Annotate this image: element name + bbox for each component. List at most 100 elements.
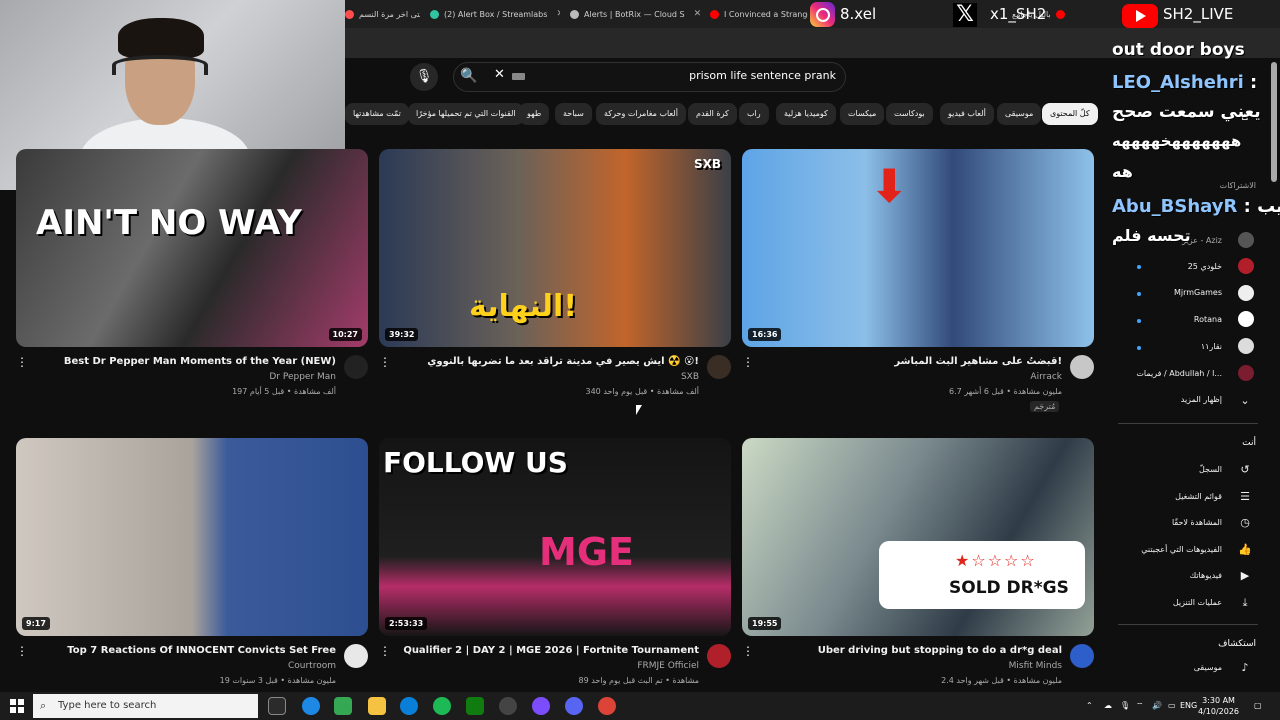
browser-tab[interactable]: I Convinced a Stranger (710, 4, 808, 24)
xbox-icon[interactable] (466, 697, 484, 715)
you-header[interactable]: أنت (1120, 438, 1256, 448)
spotify-icon[interactable] (433, 697, 451, 715)
channel-name[interactable]: SXB (395, 372, 699, 382)
show-more-link[interactable]: إظهار المزيد (1120, 395, 1222, 404)
taskbar-search-input[interactable]: Type here to search (33, 694, 258, 718)
browser-tab[interactable]: Alerts | BotRix — Cloud S ✕ (570, 4, 705, 24)
your-videos-icon[interactable]: ▶ (1238, 569, 1252, 583)
chip-swimming[interactable]: سباحة (555, 103, 592, 125)
channel-name[interactable]: FRMJE Officiel (395, 661, 699, 671)
channel-avatar[interactable] (344, 355, 368, 379)
search-icon[interactable]: 🔍 (460, 68, 477, 84)
windows-start-icon[interactable] (10, 699, 24, 713)
sidebar-item-watch-later[interactable]: المشاهدة لاحقًا (1120, 518, 1222, 527)
store-icon[interactable] (334, 697, 352, 715)
taskbar-clock[interactable]: 3:30 AM 4/10/2026 (1198, 695, 1239, 717)
chip-comedy[interactable]: كوميديا هزلية (776, 103, 836, 125)
downloads-icon[interactable]: ⤓ (1238, 596, 1252, 610)
liked-videos-icon[interactable]: 👍 (1238, 543, 1252, 557)
sidebar-item-playlists[interactable]: قوائم التشغيل (1120, 492, 1222, 501)
video-thumbnail[interactable]: ⬇ 16:36 (742, 149, 1094, 347)
voice-search-icon[interactable]: 🎙 (410, 63, 438, 91)
video-title[interactable]: ايش يصير في مدينة تراقد بعد ما تضربها با… (395, 356, 699, 367)
obs-icon[interactable] (499, 697, 517, 715)
channel-name[interactable]: Dr Pepper Man (30, 372, 336, 382)
sidebar-item-liked[interactable]: الفيديوهات التي أعجبتني (1120, 545, 1222, 554)
sidebar-sub-mjrmgames[interactable]: MjrmGames (1120, 288, 1222, 297)
sidebar-sub-rotana[interactable]: Rotana (1120, 315, 1222, 324)
edge-icon[interactable] (400, 697, 418, 715)
subscriptions-header[interactable]: الاشتراكات (1120, 181, 1256, 190)
sidebar-sub-kholoudi[interactable]: خلودي 25 (1120, 262, 1222, 271)
chip-music[interactable]: موسيقى (997, 103, 1042, 125)
close-tab-icon[interactable]: ✕ (694, 9, 702, 19)
tray-chevron-icon[interactable]: ⌃ (1086, 701, 1093, 710)
task-view-icon[interactable] (268, 697, 286, 715)
mic-tray-icon[interactable]: 🎙 (1120, 701, 1130, 710)
scrollbar[interactable] (1271, 62, 1277, 182)
chip-all[interactable]: كلّ المحتوى (1042, 103, 1098, 125)
mouse-cursor-icon (636, 405, 642, 415)
more-options-icon[interactable]: ⋮ (379, 355, 391, 369)
chrome-icon[interactable] (598, 697, 616, 715)
history-icon[interactable]: ↺ (1238, 463, 1252, 477)
video-title[interactable]: Uber driving but stopping to do a dr*g d… (758, 645, 1062, 656)
channel-name[interactable]: Airrack (758, 372, 1062, 382)
chip-rap[interactable]: راب (739, 103, 769, 125)
twitch-app-icon[interactable] (532, 697, 550, 715)
clear-search-icon[interactable]: ✕ (494, 67, 505, 82)
chip-podcasts[interactable]: بودكاست (886, 103, 933, 125)
discord-icon[interactable] (565, 697, 583, 715)
more-options-icon[interactable]: ⋮ (379, 644, 391, 658)
volume-icon[interactable]: 🔊 (1152, 701, 1162, 710)
chip-mixes[interactable]: ميكسات (840, 103, 885, 125)
channel-name[interactable]: Courtroom (30, 661, 336, 671)
sidebar-item-your-videos[interactable]: فيديوهاتك (1120, 571, 1222, 580)
browser-tab[interactable]: متى اخر مرة النسم (345, 4, 420, 24)
video-meta: 19 مليون مشاهدة • قبل 3 سنوات (219, 676, 336, 685)
sidebar-sub-naqqar[interactable]: نقار١١ (1120, 342, 1222, 351)
channel-avatar[interactable] (707, 355, 731, 379)
browser-tab[interactable]: (2) Alert Box / Streamlabs✕ (430, 4, 560, 24)
video-title[interactable]: Qualifier 2 | DAY 2 | MGE 2026 | Fortnit… (395, 645, 699, 656)
wifi-icon[interactable]: ⌔ (1136, 701, 1144, 711)
more-options-icon[interactable]: ⋮ (742, 355, 754, 369)
copilot-icon[interactable] (302, 697, 320, 715)
video-title[interactable]: Top 7 Reactions Of INNOCENT Convicts Set… (30, 645, 336, 656)
language-indicator[interactable]: ENG (1180, 701, 1197, 710)
video-thumbnail[interactable]: SOLD DR*GS ★☆☆☆☆ 19:55 (742, 438, 1094, 636)
keyboard-icon[interactable] (512, 73, 525, 80)
chip-video-games[interactable]: ألعاب فيديو (940, 103, 994, 125)
channel-avatar[interactable] (344, 644, 368, 668)
channel-avatar[interactable] (707, 644, 731, 668)
channel-avatar[interactable] (1070, 355, 1094, 379)
channel-avatar[interactable] (1070, 644, 1094, 668)
more-options-icon[interactable]: ⋮ (742, 644, 754, 658)
sidebar-item-music[interactable]: موسيقى (1120, 663, 1222, 672)
music-icon[interactable]: ♪ (1238, 661, 1252, 675)
sidebar-item-history[interactable]: السجلّ (1120, 465, 1222, 474)
chip-action-adventure[interactable]: ألعاب مغامرات وحركة (596, 103, 686, 125)
video-thumbnail[interactable]: FOLLOW US MGE 2:53:33 (379, 438, 731, 636)
network-icon[interactable]: ☁ (1104, 701, 1112, 710)
sidebar-sub-abdullah[interactable]: فريمات / Abdullah / ا... (1120, 369, 1222, 378)
video-thumbnail[interactable]: AIN'T NO WAY 10:27 (16, 149, 368, 347)
video-thumbnail[interactable]: 9:17 (16, 438, 368, 636)
close-tab-icon[interactable]: ✕ (556, 9, 560, 19)
chip-recently-uploaded[interactable]: القنوات التي تم تحميلها مؤخرًا (408, 103, 524, 125)
file-explorer-icon[interactable] (368, 697, 386, 715)
chip-football[interactable]: كرة القدم (688, 103, 737, 125)
video-title[interactable]: Best Dr Pepper Man Moments of the Year (… (30, 356, 336, 367)
watch-later-icon[interactable]: ◷ (1238, 516, 1252, 530)
playlists-icon[interactable]: ☰ (1238, 490, 1252, 504)
video-thumbnail[interactable]: النهاية! SXB 39:32 (379, 149, 731, 347)
more-options-icon[interactable]: ⋮ (16, 355, 28, 369)
video-title[interactable]: قبضتُ على مشاهير البث المباشر! (758, 356, 1062, 367)
more-options-icon[interactable]: ⋮ (16, 644, 28, 658)
chevron-down-icon[interactable]: ⌄ (1238, 394, 1252, 408)
channel-name[interactable]: Misfit Minds (758, 661, 1062, 671)
notifications-icon[interactable]: ▢ (1254, 701, 1262, 710)
chip-watched[interactable]: تمّت مشاهدتها (345, 103, 409, 125)
sidebar-item-downloads[interactable]: عمليات التنزيل (1120, 598, 1222, 607)
battery-icon[interactable]: ▭ (1168, 701, 1176, 710)
